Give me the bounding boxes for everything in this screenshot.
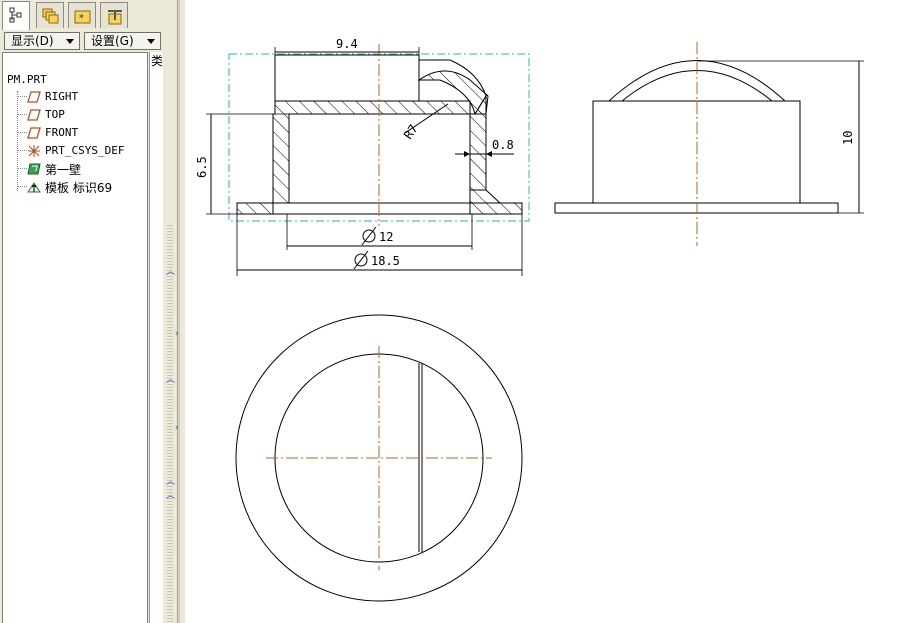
datum-plane-icon	[27, 127, 41, 139]
side-column: 类	[149, 52, 163, 623]
layers-icon	[42, 8, 59, 24]
model-tree-icon	[9, 7, 22, 23]
tree-item-label: 第一壁	[45, 163, 82, 177]
tab-layers[interactable]	[36, 2, 64, 28]
dimension-outer-diameter[interactable]: 18.5	[371, 254, 400, 268]
dimension-height-left[interactable]: 6.5	[195, 156, 209, 178]
settings-menu-label: 设置(G)	[91, 34, 134, 48]
tree-item-label: RIGHT	[45, 90, 79, 103]
chevron-right-icon[interactable]: ›	[175, 424, 179, 433]
flange-left-hatch	[236, 202, 274, 215]
panel-tab-bar: *	[0, 0, 165, 30]
chevron-up-icon[interactable]: ︿	[166, 492, 175, 501]
tree-item-label: PRT_CSYS_DEF	[45, 144, 125, 157]
chevron-up-icon[interactable]: ︿	[166, 478, 175, 487]
front-view[interactable]: 10	[554, 42, 864, 246]
chevron-down-icon	[147, 39, 155, 44]
tree-root[interactable]: PM.PRT	[7, 73, 47, 86]
top-block-outline	[274, 54, 420, 102]
drawing-canvas[interactable]: 9.4 6.5 R7 0.8 12 18.5 10	[185, 0, 908, 623]
datum-plane-icon	[27, 109, 41, 121]
chevron-up-icon[interactable]: ︿	[166, 268, 175, 277]
tree-item-label: FRONT	[45, 126, 79, 139]
svg-text:*: *	[79, 13, 84, 24]
folder-tools-icon	[108, 10, 122, 25]
tab-favorites[interactable]	[100, 2, 128, 28]
dimension-wall-thickness[interactable]: 0.8	[492, 138, 514, 152]
settings-menu-button[interactable]: 设置(G)	[84, 32, 161, 50]
tree-connector-line	[17, 91, 18, 191]
top-view[interactable]	[235, 314, 523, 602]
folder-star-icon: *	[74, 10, 91, 24]
tree-item-label: TOP	[45, 108, 65, 121]
datum-plane-icon	[27, 91, 41, 103]
splitter-edge	[177, 0, 180, 623]
chevron-up-icon[interactable]: ︿	[166, 376, 175, 385]
section-view[interactable]: 9.4 6.5 R7 0.8 12 18.5	[195, 37, 530, 276]
splitter-grip[interactable]	[167, 225, 173, 623]
side-column-label: 类	[151, 54, 164, 68]
model-tree: PM.PRT RIGHT TOP FRONT PRT_CSYS_DEF 第一壁 …	[2, 52, 148, 623]
first-wall-icon	[27, 163, 41, 175]
flange-right-hatch	[469, 189, 523, 215]
model-tree-panel: * 显示(D) 设置(G) PM.PRT RIGHT TOP FRONT PRT…	[0, 0, 165, 623]
dimension-inner-diameter[interactable]: 12	[379, 230, 393, 244]
chevron-right-icon[interactable]: ›	[175, 330, 179, 339]
tab-folder-browser[interactable]: *	[68, 2, 96, 28]
panel-splitter[interactable]: ︿ › ︿ › ︿ ︿	[165, 0, 185, 623]
tree-item-label: 模板 标识69	[45, 181, 113, 195]
display-menu-button[interactable]: 显示(D)	[4, 32, 80, 50]
chevron-down-icon	[66, 39, 74, 44]
left-wall-hatch	[272, 100, 471, 204]
display-menu-label: 显示(D)	[11, 34, 54, 48]
dimension-total-height[interactable]: 10	[841, 131, 855, 145]
coordinate-system-icon	[28, 145, 40, 157]
tab-model-tree[interactable]	[2, 1, 30, 30]
template-icon	[27, 182, 41, 193]
dimension-top-width[interactable]: 9.4	[336, 37, 358, 51]
